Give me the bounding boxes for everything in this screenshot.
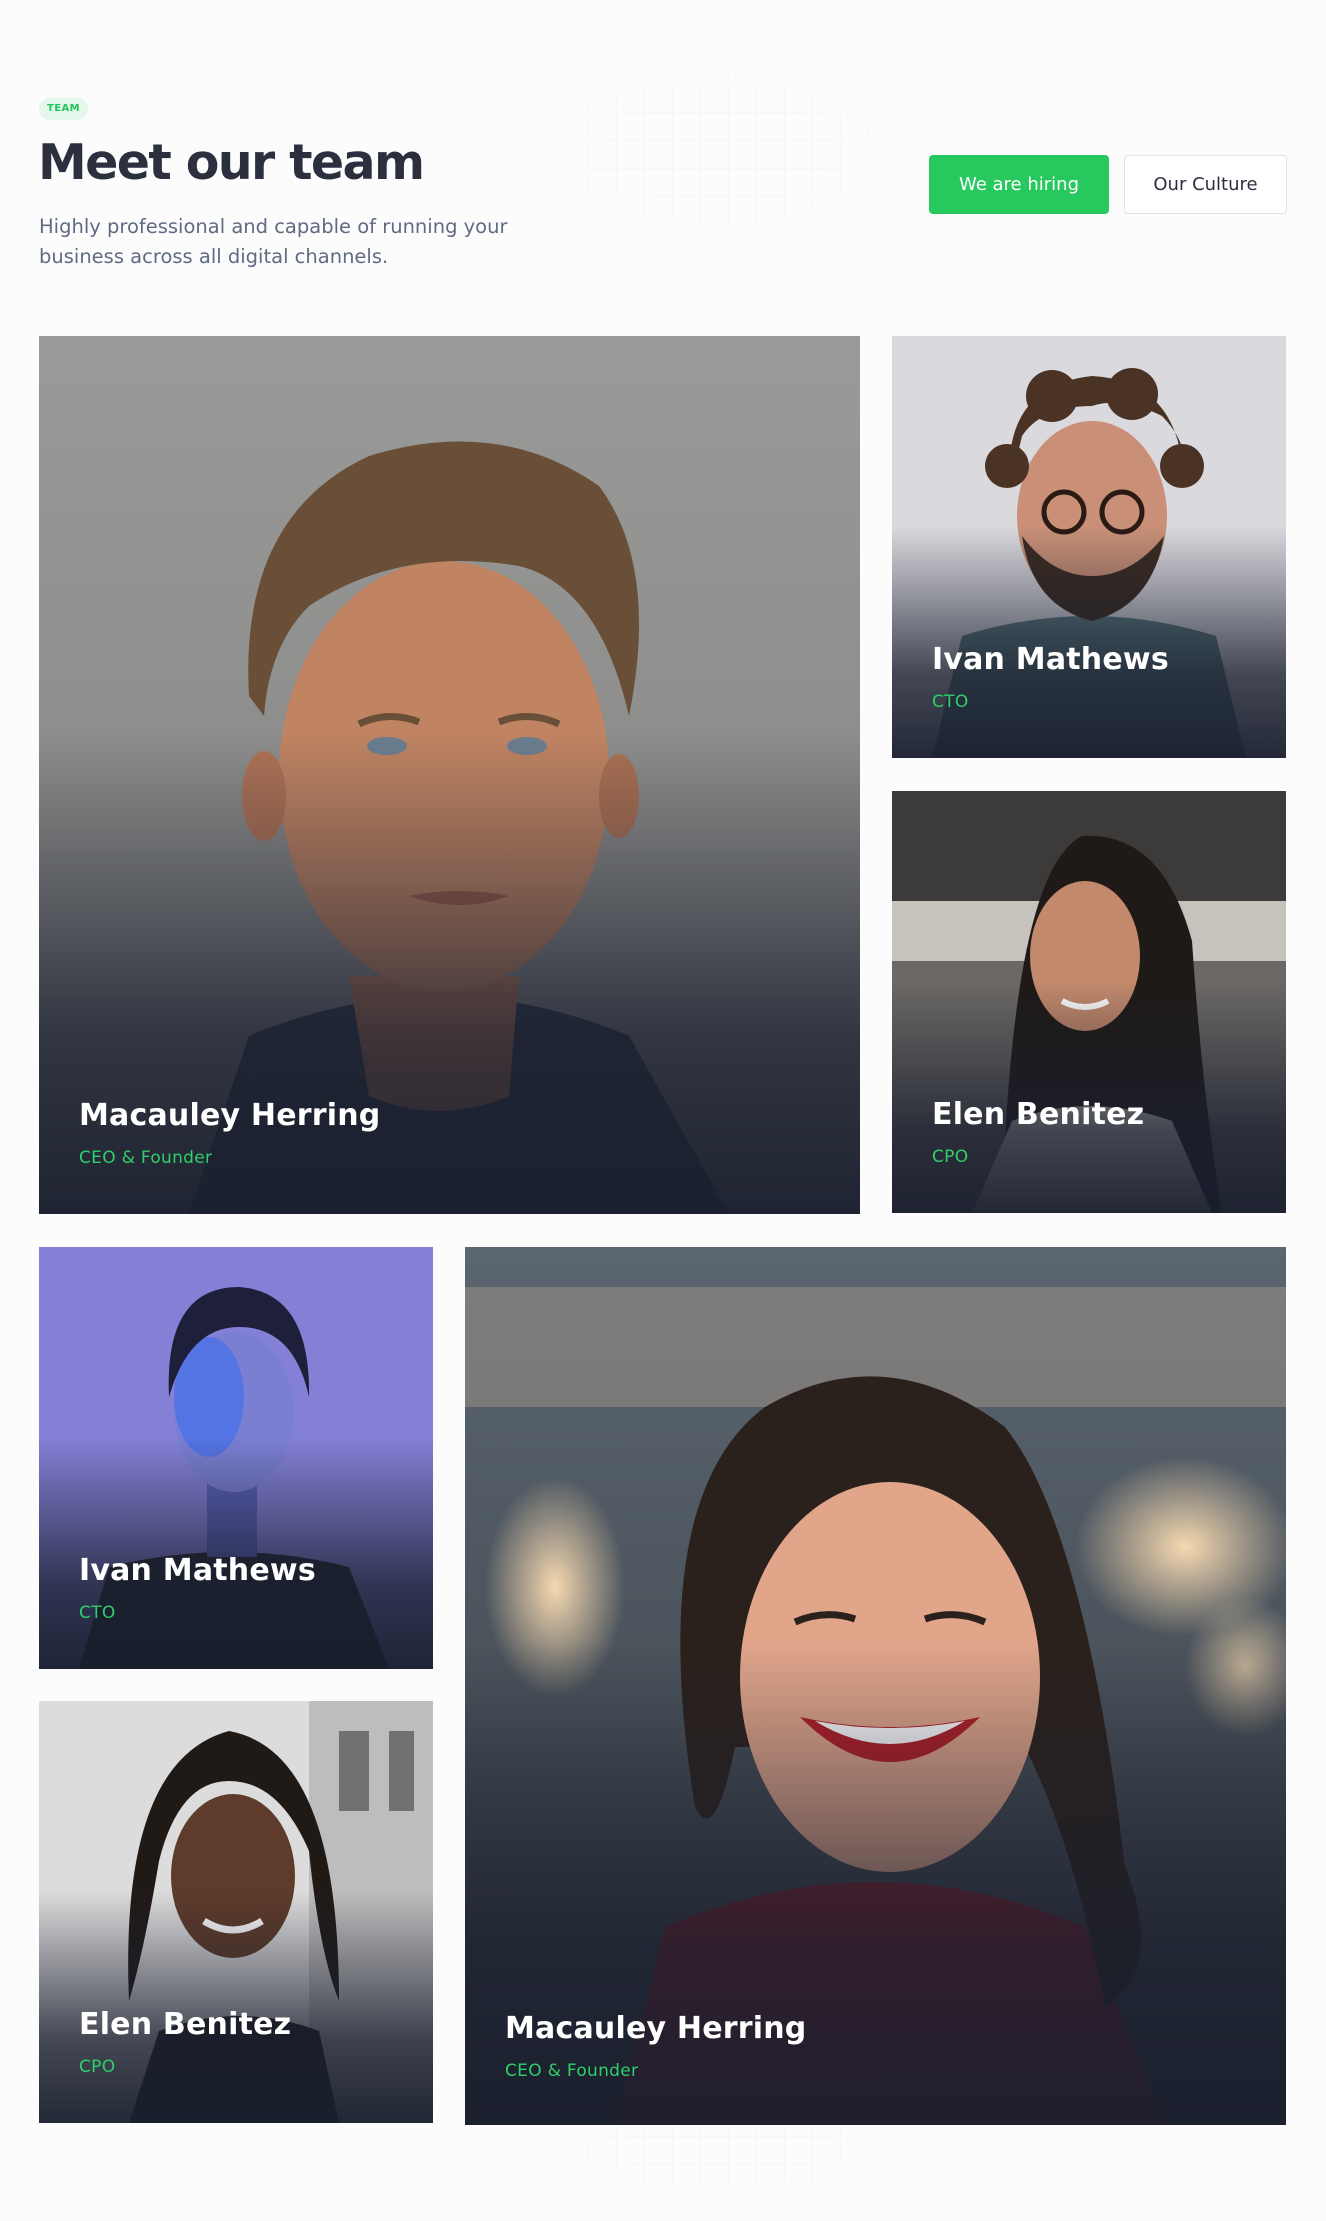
team-card[interactable]: Ivan Mathews CTO — [892, 336, 1286, 758]
photo-overlay — [465, 1247, 1286, 2125]
hiring-button[interactable]: We are hiring — [929, 155, 1109, 214]
member-role: CEO & Founder — [505, 2061, 639, 2081]
member-role: CTO — [932, 692, 969, 712]
photo-overlay — [39, 336, 860, 1214]
member-name: Ivan Mathews — [79, 1553, 316, 1588]
member-role: CPO — [79, 2057, 116, 2077]
background-grid — [420, 0, 1020, 300]
member-name: Elen Benitez — [932, 1097, 1145, 1132]
member-name: Ivan Mathews — [932, 642, 1169, 677]
page-subtitle: Highly professional and capable of runni… — [39, 215, 508, 268]
section-badge: TEAM — [39, 98, 88, 120]
team-card[interactable]: Macauley Herring CEO & Founder — [39, 336, 860, 1214]
culture-button[interactable]: Our Culture — [1124, 155, 1287, 214]
member-name: Macauley Herring — [505, 2011, 807, 2046]
page-title: Meet our team — [38, 134, 425, 191]
team-card[interactable]: Macauley Herring CEO & Founder — [465, 1247, 1286, 2125]
team-card[interactable]: Elen Benitez CPO — [892, 791, 1286, 1213]
member-role: CEO & Founder — [79, 1148, 213, 1168]
team-card[interactable]: Elen Benitez CPO — [39, 1701, 433, 2123]
team-card[interactable]: Ivan Mathews CTO — [39, 1247, 433, 1669]
member-name: Elen Benitez — [79, 2007, 292, 2042]
member-name: Macauley Herring — [79, 1098, 381, 1133]
member-role: CPO — [932, 1147, 969, 1167]
member-role: CTO — [79, 1603, 116, 1623]
